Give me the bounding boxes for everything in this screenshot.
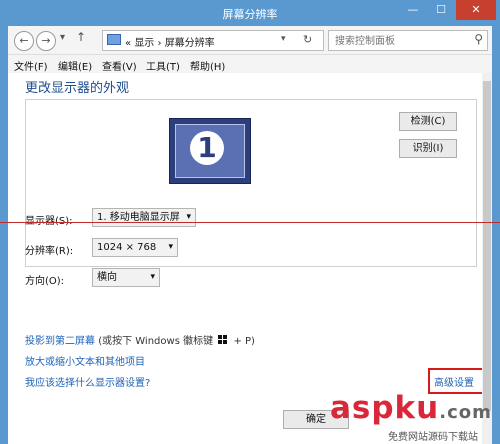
monitor-number: 1 — [190, 131, 224, 165]
orientation-label: 方向(O): — [25, 276, 65, 287]
project-hint-suffix: + P) — [233, 336, 255, 347]
which-settings-link[interactable]: 我应该选择什么显示器设置? — [25, 374, 150, 389]
address-bar[interactable]: « 显示 › 屏幕分辨率 ▾ ↻ — [102, 30, 324, 51]
watermark-tld: .com — [439, 402, 492, 423]
menu-tools[interactable]: 工具(T) — [146, 58, 180, 73]
address-dropdown-chevron-icon[interactable]: ▾ — [281, 34, 286, 44]
close-button[interactable]: ✕ — [456, 0, 496, 20]
maximize-button[interactable]: ☐ — [428, 0, 454, 20]
detect-button[interactable]: 检测(C) — [399, 112, 457, 131]
minimize-button[interactable]: — — [400, 0, 426, 20]
breadcrumb-item-resolution[interactable]: 屏幕分辨率 — [165, 38, 215, 49]
search-icon[interactable]: ⚲ — [474, 32, 483, 46]
project-hint-text: (或按下 Windows 徽标键 — [98, 336, 214, 347]
menu-bar: 文件(F) 编辑(E) 查看(V) 工具(T) 帮助(H) — [8, 55, 492, 73]
watermark-brand: aspku — [330, 390, 440, 426]
red-guide-line — [0, 222, 500, 223]
resolution-select-value: 1024 × 768 — [97, 242, 157, 253]
navigation-toolbar: ← → ▾ ↑ « 显示 › 屏幕分辨率 ▾ ↻ ⚲ — [8, 26, 492, 55]
vertical-scrollbar[interactable] — [482, 73, 492, 444]
breadcrumb-item-display[interactable]: 显示 — [134, 38, 154, 49]
windows-logo-icon — [218, 335, 228, 345]
resolution-select[interactable]: 1024 × 768 ▾ — [92, 238, 178, 257]
project-second-screen-link[interactable]: 投影到第二屏幕 — [25, 336, 95, 347]
monitor-1-icon[interactable]: 1 — [169, 118, 251, 184]
breadcrumb: « 显示 › 屏幕分辨率 — [125, 34, 215, 49]
page-title: 更改显示器的外观 — [25, 81, 130, 96]
watermark-subtitle: 免费网站源码下载站 — [388, 432, 478, 443]
menu-file[interactable]: 文件(F) — [14, 58, 48, 73]
advanced-settings-link[interactable]: 高级设置 — [434, 374, 474, 389]
orientation-select[interactable]: 横向 ▾ — [92, 268, 160, 287]
orientation-select-value: 横向 — [97, 272, 117, 283]
chevron-down-icon: ▾ — [186, 212, 191, 222]
up-arrow-icon[interactable]: ↑ — [76, 30, 86, 44]
search-input[interactable] — [333, 33, 467, 49]
window: 屏幕分辨率 — ☐ ✕ ← → ▾ ↑ « 显示 › 屏幕分辨率 ▾ ↻ ⚲ 文… — [0, 0, 500, 444]
resolution-label: 分辨率(R): — [25, 246, 74, 257]
menu-view[interactable]: 查看(V) — [102, 58, 137, 73]
title-bar: 屏幕分辨率 — ☐ ✕ — [0, 0, 500, 26]
content-panel: 更改显示器的外观 1 检测(C) 识别(I) 显示器(S): 1. 移动电脑显示… — [8, 73, 492, 444]
recent-pages-chevron-icon[interactable]: ▾ — [60, 32, 65, 43]
scrollbar-thumb[interactable] — [483, 81, 491, 411]
identify-button[interactable]: 识别(I) — [399, 139, 457, 158]
refresh-icon[interactable]: ↻ — [303, 33, 312, 46]
back-arrow-icon[interactable]: ← — [14, 31, 34, 51]
display-icon — [107, 34, 121, 45]
breadcrumb-separator-icon: › — [157, 38, 162, 49]
menu-help[interactable]: 帮助(H) — [190, 58, 225, 73]
search-box[interactable]: ⚲ — [328, 30, 488, 51]
watermark-logo: aspku.com — [330, 390, 492, 426]
text-size-link[interactable]: 放大或缩小文本和其他项目 — [25, 353, 145, 368]
project-line: 投影到第二屏幕 (或按下 Windows 徽标键 + P) — [25, 332, 255, 347]
monitor-screen: 1 — [175, 124, 245, 178]
display-label: 显示器(S): — [25, 212, 73, 227]
breadcrumb-overflow-icon[interactable]: « — [125, 38, 131, 49]
chevron-down-icon: ▾ — [168, 242, 173, 252]
display-select[interactable]: 1. 移动电脑显示屏 ▾ — [92, 208, 196, 227]
menu-edit[interactable]: 编辑(E) — [58, 58, 92, 73]
chevron-down-icon: ▾ — [150, 272, 155, 282]
forward-arrow-icon[interactable]: → — [36, 31, 56, 51]
